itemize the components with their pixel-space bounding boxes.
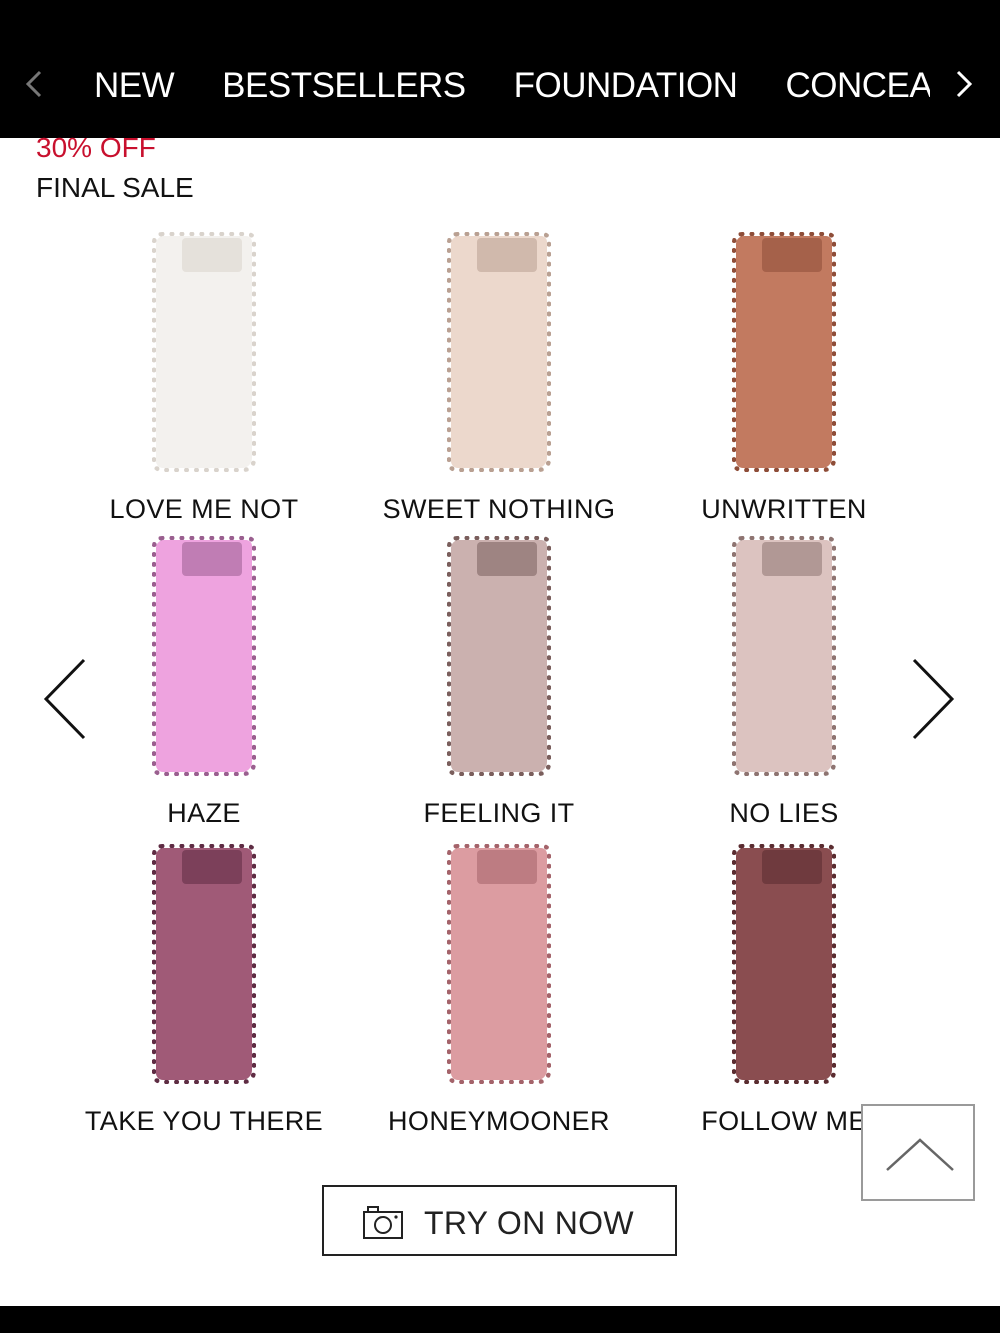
nav-item-concealer[interactable]: CONCEALER <box>785 64 930 108</box>
shade-swatch <box>152 844 256 1084</box>
shade-item[interactable]: HAZE <box>54 536 354 836</box>
try-on-now-button[interactable]: TRY ON NOW <box>322 1185 677 1256</box>
camera-icon <box>363 1206 403 1239</box>
chevron-right-icon <box>956 70 973 98</box>
nav-item-foundation[interactable]: FOUNDATION <box>514 64 738 108</box>
shade-item[interactable]: UNWRITTEN <box>634 232 934 532</box>
back-to-top-button[interactable] <box>861 1104 975 1201</box>
chevron-left-icon <box>25 70 42 98</box>
shade-swatch <box>732 232 836 472</box>
nav-next-button[interactable] <box>944 62 984 106</box>
promo-final-sale: FINAL SALE <box>36 172 194 203</box>
shade-swatch <box>152 536 256 776</box>
carousel-prev-button[interactable] <box>38 656 90 742</box>
nav-item-bestsellers[interactable]: BESTSELLERS <box>222 64 466 108</box>
nav-items: NEW BESTSELLERS FOUNDATION CONCEALER <box>70 64 930 108</box>
shade-swatch <box>732 536 836 776</box>
shade-name: HONEYMOONER <box>388 1106 610 1136</box>
shade-name: SWEET NOTHING <box>382 494 616 524</box>
shade-name: FEELING IT <box>423 798 575 828</box>
shade-item[interactable]: LOVE ME NOT <box>54 232 354 532</box>
shade-swatch <box>732 844 836 1084</box>
promo-discount: 30% OFF <box>36 132 156 163</box>
shade-item[interactable]: HONEYMOONER <box>349 844 649 1144</box>
shade-item[interactable]: SWEET NOTHING <box>349 232 649 532</box>
shade-name: HAZE <box>167 798 241 828</box>
shade-swatch <box>447 536 551 776</box>
try-on-now-label: TRY ON NOW <box>424 1205 634 1241</box>
carousel-next-button[interactable] <box>908 656 960 742</box>
shade-name: LOVE ME NOT <box>109 494 299 524</box>
top-category-nav: NEW BESTSELLERS FOUNDATION CONCEALER <box>0 0 1000 138</box>
chevron-left-icon <box>43 658 86 740</box>
shade-name: UNWRITTEN <box>701 494 867 524</box>
shade-item[interactable]: FEELING IT <box>349 536 649 836</box>
bottom-bar <box>0 1306 1000 1333</box>
shade-swatch <box>447 232 551 472</box>
shade-item[interactable]: NO LIES <box>634 536 934 836</box>
nav-prev-button[interactable] <box>14 62 54 106</box>
shade-item[interactable]: FOLLOW ME <box>634 844 934 1144</box>
shade-swatch <box>152 232 256 472</box>
chevron-up-icon <box>886 1138 954 1171</box>
shade-name: TAKE YOU THERE <box>84 1106 324 1136</box>
nav-item-new[interactable]: NEW <box>94 64 175 108</box>
shade-item[interactable]: TAKE YOU THERE <box>54 844 354 1144</box>
shade-name: NO LIES <box>729 798 839 828</box>
shade-swatch <box>447 844 551 1084</box>
chevron-right-icon <box>912 658 955 740</box>
